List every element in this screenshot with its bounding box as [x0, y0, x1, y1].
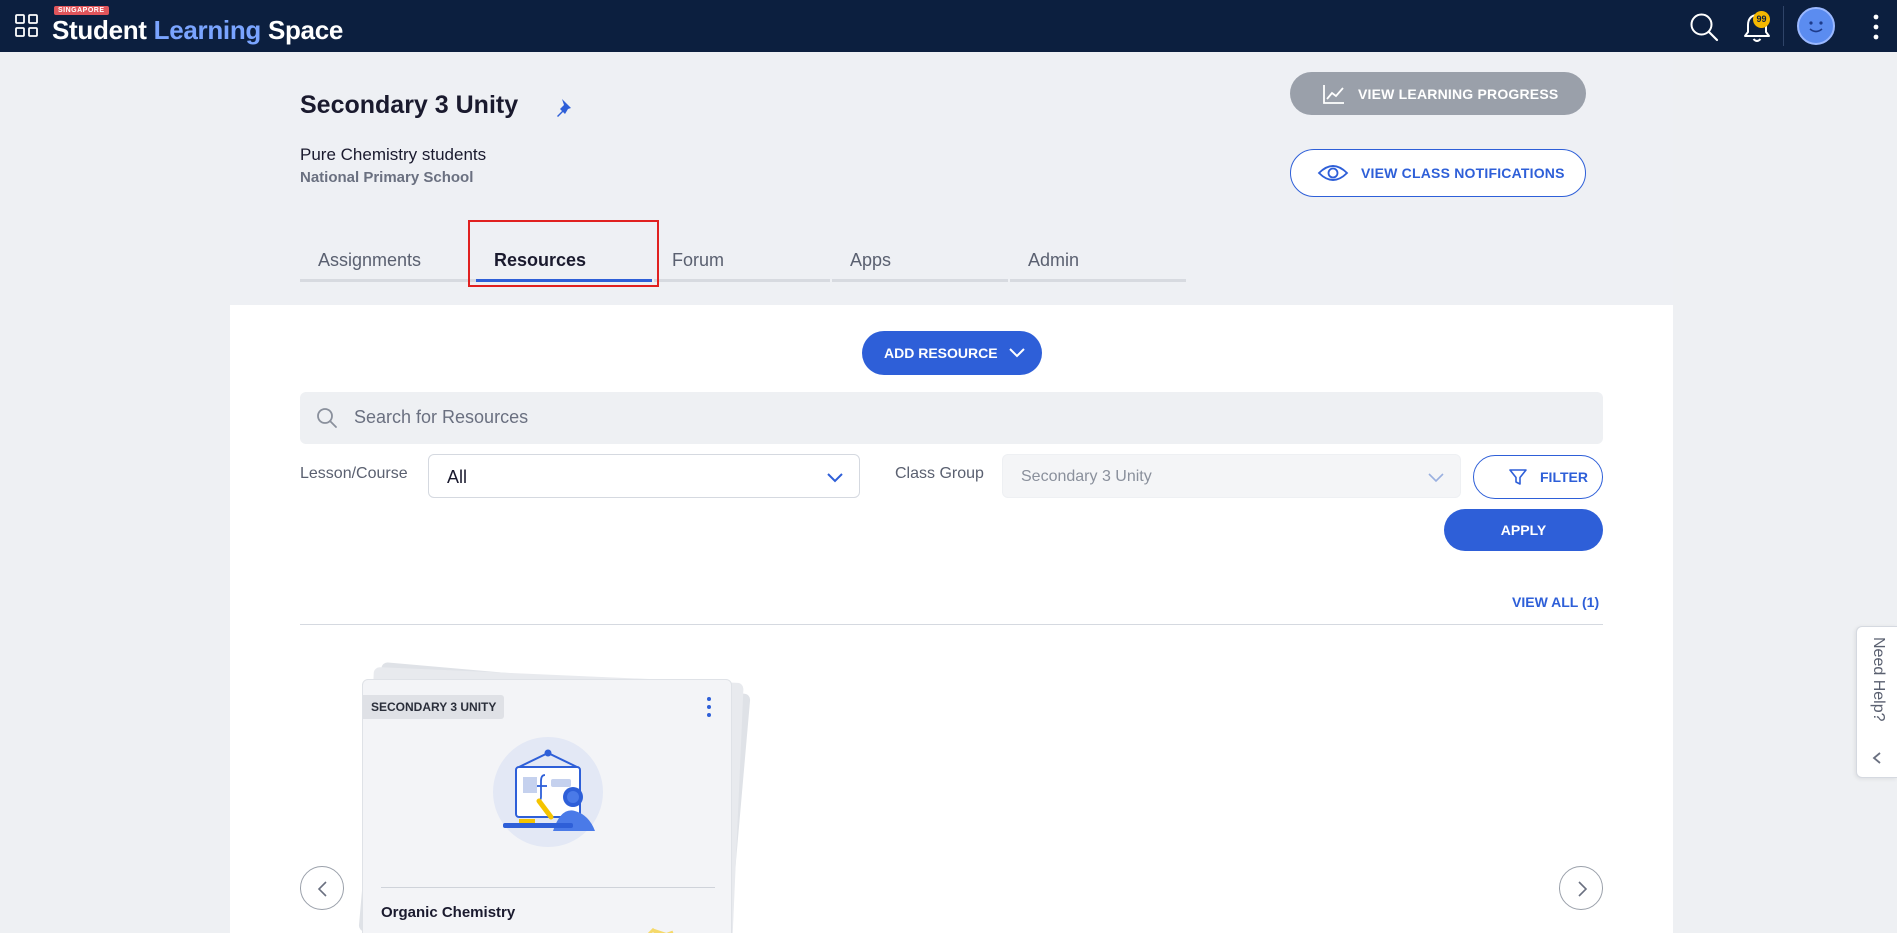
school-name: National Primary School [300, 169, 474, 186]
logo-text: Student Learning Space [52, 15, 343, 46]
carousel-next-button[interactable] [1559, 866, 1603, 910]
logo-word-space: Space [267, 15, 344, 45]
logo-country-tag: SINGAPORE [54, 6, 109, 15]
class-group-label: Class Group [895, 465, 984, 482]
search-icon[interactable] [1688, 11, 1720, 43]
notification-badge: 99 [1753, 11, 1770, 28]
tab-assignments[interactable]: Assignments [300, 240, 476, 282]
chevron-down-icon [827, 473, 843, 483]
view-all-link[interactable]: VIEW ALL (1) [1512, 594, 1599, 610]
class-tabs: Assignments Resources Forum Apps Admin [300, 240, 1186, 282]
eye-icon [1317, 165, 1349, 181]
class-group-select: Secondary 3 Unity [1002, 454, 1461, 498]
lesson-course-select[interactable]: All [428, 454, 860, 498]
tab-apps[interactable]: Apps [832, 240, 1008, 282]
lesson-course-label: Lesson/Course [300, 465, 408, 482]
carousel-prev-button[interactable] [300, 866, 344, 910]
tab-forum[interactable]: Forum [654, 240, 830, 282]
filter-label: FILTER [1540, 469, 1588, 485]
more-vertical-icon[interactable] [703, 694, 715, 720]
filter-button[interactable]: FILTER [1473, 455, 1603, 499]
chevron-down-icon [1008, 348, 1025, 358]
view-learning-progress-button[interactable]: VIEW LEARNING PROGRESS [1290, 72, 1586, 115]
need-help-tab[interactable]: Need Help? [1856, 626, 1897, 778]
logo-word-student: Student [52, 15, 147, 45]
logo-word-learning: Learning [153, 15, 262, 45]
tab-resources[interactable]: Resources [476, 240, 652, 282]
card-divider [381, 887, 715, 888]
class-group-value: Secondary 3 Unity [1021, 468, 1152, 485]
class-header: Secondary 3 Unity Pure Chemistry student… [230, 52, 1673, 305]
page-title: Secondary 3 Unity [300, 91, 519, 119]
class-subtitle: Pure Chemistry students [300, 145, 487, 164]
view-learning-progress-label: VIEW LEARNING PROGRESS [1358, 85, 1559, 102]
pin-icon[interactable] [554, 96, 576, 118]
tab-admin[interactable]: Admin [1010, 240, 1186, 282]
view-class-notifications-label: VIEW CLASS NOTIFICATIONS [1361, 165, 1565, 181]
chevron-left-icon [317, 881, 327, 897]
need-help-label: Need Help? [1870, 637, 1887, 722]
add-resource-label: ADD RESOURCE [884, 345, 998, 361]
chart-line-icon [1323, 84, 1344, 104]
search-input[interactable]: Search for Resources [300, 392, 1603, 444]
main-panel: Secondary 3 Unity Pure Chemistry student… [230, 52, 1673, 933]
chevron-down-icon [1428, 473, 1444, 483]
avatar-face-icon [1809, 21, 1823, 33]
top-bar: SINGAPORE Student Learning Space 99 [0, 0, 1897, 52]
card-title: Organic Chemistry [381, 904, 516, 921]
apply-button[interactable]: APPLY [1444, 509, 1603, 551]
apps-grid-icon[interactable] [14, 13, 40, 39]
more-vertical-icon[interactable] [1868, 12, 1884, 42]
section-divider [300, 624, 1603, 625]
search-placeholder: Search for Resources [354, 407, 529, 427]
view-class-notifications-button[interactable]: VIEW CLASS NOTIFICATIONS [1290, 149, 1586, 197]
resource-card[interactable]: SECONDARY 3 UNITY Organic Chemistry [362, 679, 732, 933]
filter-icon [1509, 469, 1527, 485]
card-class-badge: SECONDARY 3 UNITY [363, 695, 505, 719]
lesson-course-value: All [447, 467, 468, 487]
add-resource-button[interactable]: ADD RESOURCE [862, 331, 1042, 375]
avatar[interactable] [1797, 7, 1835, 45]
header-divider [1783, 6, 1784, 46]
search-icon [317, 408, 337, 428]
card-decoration [647, 927, 674, 933]
chevron-right-icon [1578, 881, 1588, 897]
chevron-left-icon [1872, 752, 1881, 764]
lesson-illustration-icon [493, 737, 603, 847]
